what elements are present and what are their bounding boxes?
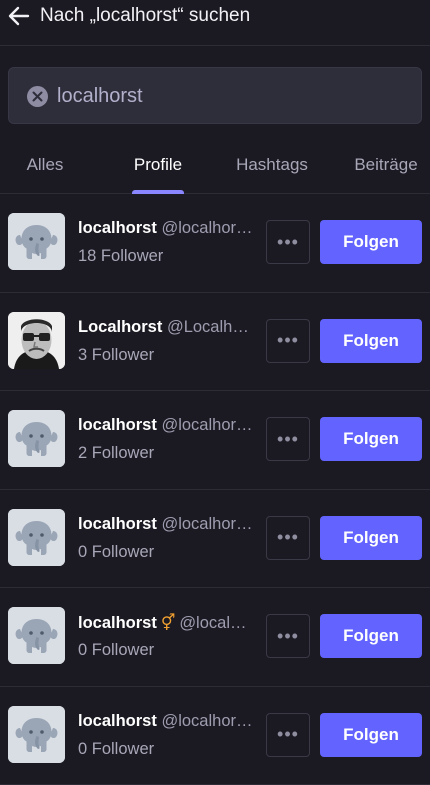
more-options-button[interactable]: •••	[266, 614, 310, 658]
account-handle: @local…	[179, 614, 246, 632]
profile-result-row[interactable]: localhorst @localhor… 0 Follower •••Folgen	[0, 687, 430, 785]
more-options-button[interactable]: •••	[266, 516, 310, 560]
profile-name-line[interactable]: localhorst @localhor…	[78, 219, 256, 238]
more-options-button[interactable]: •••	[266, 713, 310, 757]
profile-result-row[interactable]: Localhorst @Localh… 3 Follower •••Folgen	[0, 293, 430, 392]
page-title: Nach „localhorst“ suchen	[40, 5, 250, 27]
account-handle: @Localh…	[167, 318, 249, 336]
elephant-avatar-icon	[8, 509, 65, 566]
profile-result-row[interactable]: localhorst⚥@local… 0 Follower •••Folgen	[0, 588, 430, 687]
follow-button[interactable]: Folgen	[320, 516, 422, 560]
account-handle: @localhor…	[161, 219, 252, 237]
account-handle: @localhor…	[161, 515, 252, 533]
search-input[interactable]	[57, 80, 407, 112]
tab-profile[interactable]: Profile	[118, 136, 198, 194]
profile-result-row[interactable]: localhorst @localhor… 18 Follower •••Folge…	[0, 194, 430, 293]
search-tabs: Alles Profile Hashtags Beiträge	[0, 136, 430, 194]
avatar[interactable]	[8, 607, 65, 664]
profile-result-row[interactable]: localhorst @localhor… 0 Follower •••Folgen	[0, 490, 430, 589]
arrow-left-icon	[8, 5, 30, 27]
display-name: localhorst	[78, 219, 157, 237]
back-button[interactable]	[6, 3, 32, 29]
clear-search-icon[interactable]	[27, 86, 48, 107]
follower-count: 3 Follower	[78, 346, 154, 365]
follow-button[interactable]: Folgen	[320, 220, 422, 264]
follower-count: 18 Follower	[78, 247, 163, 266]
search-field[interactable]	[8, 67, 422, 124]
display-name: localhorst	[78, 614, 157, 632]
more-options-button[interactable]: •••	[266, 417, 310, 461]
account-handle: @localhor…	[161, 416, 252, 434]
avatar[interactable]	[8, 312, 65, 369]
page-header: Nach „localhorst“ suchen	[0, 0, 430, 46]
display-name: localhorst	[78, 712, 157, 730]
follower-count: 2 Follower	[78, 444, 154, 463]
account-handle: @localhor…	[161, 712, 252, 730]
elephant-avatar-icon	[8, 213, 65, 270]
tab-beitraege[interactable]: Beiträge	[344, 136, 428, 194]
close-icon	[32, 91, 43, 102]
display-name: Localhorst	[78, 318, 162, 336]
profile-name-line[interactable]: localhorst @localhor…	[78, 416, 256, 435]
follower-count: 0 Follower	[78, 543, 154, 562]
elephant-avatar-icon	[8, 607, 65, 664]
custom-emoji-icon: ⚥	[157, 615, 179, 632]
more-options-button[interactable]: •••	[266, 220, 310, 264]
profile-name-line[interactable]: localhorst @localhor…	[78, 712, 256, 731]
follower-count: 0 Follower	[78, 740, 154, 759]
profile-result-row[interactable]: localhorst @localhor… 2 Follower •••Folgen	[0, 391, 430, 490]
follower-count: 0 Follower	[78, 641, 154, 660]
avatar[interactable]	[8, 213, 65, 270]
profile-results-list: localhorst @localhor…18 Follower•••Folge…	[0, 194, 430, 785]
display-name: localhorst	[78, 515, 157, 533]
avatar[interactable]	[8, 509, 65, 566]
profile-name-line[interactable]: localhorst @localhor…	[78, 515, 256, 534]
follow-button[interactable]: Folgen	[320, 319, 422, 363]
follow-button[interactable]: Folgen	[320, 713, 422, 757]
elephant-avatar-icon	[8, 706, 65, 763]
avatar[interactable]	[8, 410, 65, 467]
man-glasses-avatar-icon	[8, 312, 65, 369]
tab-hashtags[interactable]: Hashtags	[224, 136, 320, 194]
elephant-avatar-icon	[8, 410, 65, 467]
tab-alles[interactable]: Alles	[8, 136, 82, 194]
profile-name-line[interactable]: Localhorst @Localh…	[78, 318, 256, 337]
follow-button[interactable]: Folgen	[320, 417, 422, 461]
follow-button[interactable]: Folgen	[320, 614, 422, 658]
display-name: localhorst	[78, 416, 157, 434]
avatar[interactable]	[8, 706, 65, 763]
profile-name-line[interactable]: localhorst⚥@local…	[78, 613, 256, 633]
more-options-button[interactable]: •••	[266, 319, 310, 363]
